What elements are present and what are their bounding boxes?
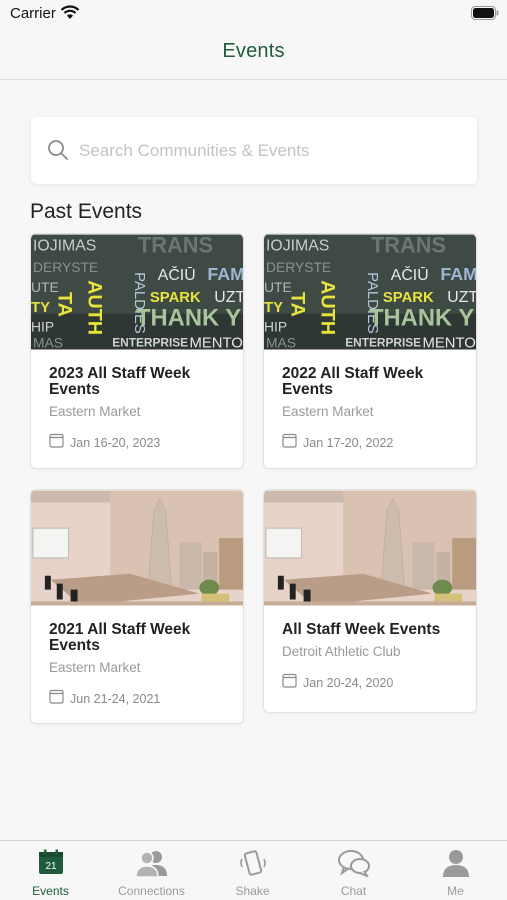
event-card[interactable]: IOJIMAS TRANS DERYSTE PALDIES AČIŪ FAM U… xyxy=(30,233,244,469)
search-icon xyxy=(47,139,69,166)
tab-label: Me xyxy=(447,884,464,898)
event-card[interactable]: 2021 All Staff Week Events Eastern Marke… xyxy=(30,489,244,724)
svg-text:AČIŪ: AČIŪ xyxy=(158,265,196,284)
event-title: 2023 All Staff Week Events xyxy=(49,365,191,398)
tab-label: Shake xyxy=(235,884,270,898)
svg-text:AUTH: AUTH xyxy=(316,280,338,335)
event-venue: Eastern Market xyxy=(282,404,374,419)
event-card[interactable]: IOJIMAS TRANS DERYSTE PALDIES AČIŪ FAM U… xyxy=(263,233,477,469)
event-title: All Staff Week Events xyxy=(282,621,441,638)
search-input[interactable] xyxy=(79,131,459,171)
calendar-icon xyxy=(282,673,297,693)
event-image: IOJIMAS TRANS DERYSTE PALDIES AČIŪ FAM U… xyxy=(31,234,243,350)
tab-shake[interactable]: Shake xyxy=(202,841,303,900)
tab-events[interactable]: 21 Events xyxy=(0,841,101,900)
people-icon xyxy=(134,849,168,882)
svg-text:UZT: UZT xyxy=(447,289,476,306)
page-title: Events xyxy=(222,40,285,62)
section-title: Past Events xyxy=(30,200,143,223)
svg-text:THANK Y: THANK Y xyxy=(136,305,241,332)
event-date: Jan 20-24, 2020 xyxy=(303,676,394,690)
wifi-icon xyxy=(60,5,80,25)
svg-text:TY: TY xyxy=(264,300,283,316)
svg-text:HIP: HIP xyxy=(264,319,287,335)
calendar-icon xyxy=(282,433,297,453)
person-icon xyxy=(442,849,469,882)
svg-text:THANK Y: THANK Y xyxy=(369,305,474,332)
svg-text:HIP: HIP xyxy=(31,319,54,335)
event-date: Jan 17-20, 2022 xyxy=(303,436,394,450)
calendar-icon xyxy=(49,433,64,453)
svg-text:FAM: FAM xyxy=(207,264,243,284)
event-venue: Eastern Market xyxy=(49,660,141,675)
svg-text:DERYSTE: DERYSTE xyxy=(33,259,98,275)
event-image xyxy=(31,490,243,606)
svg-text:TA: TA xyxy=(54,292,76,317)
svg-text:AUTH: AUTH xyxy=(83,280,105,335)
event-date: Jun 21-24, 2021 xyxy=(70,692,161,706)
svg-text:TA: TA xyxy=(287,292,309,317)
svg-text:MAS: MAS xyxy=(33,334,63,350)
tab-connections[interactable]: Connections xyxy=(101,841,202,900)
event-image xyxy=(264,490,476,606)
svg-text:SPARK: SPARK xyxy=(150,290,201,306)
svg-text:FAM: FAM xyxy=(440,264,476,284)
event-title: 2021 All Staff Week Events xyxy=(49,621,191,654)
event-venue: Detroit Athletic Club xyxy=(282,644,401,659)
svg-text:IOJIMAS: IOJIMAS xyxy=(266,237,329,254)
svg-text:UZT: UZT xyxy=(214,289,243,306)
status-bar: Carrier xyxy=(0,0,507,28)
tab-chat[interactable]: Chat xyxy=(303,841,404,900)
carrier-label: Carrier xyxy=(10,5,56,22)
chat-bubbles-icon xyxy=(337,849,370,882)
svg-text:TRANS: TRANS xyxy=(138,234,213,257)
search-bar[interactable] xyxy=(31,117,477,184)
event-card[interactable]: All Staff Week Events Detroit Athletic C… xyxy=(263,489,477,713)
svg-text:MAS: MAS xyxy=(266,334,296,350)
tab-me[interactable]: Me xyxy=(404,841,507,900)
svg-text:DERYSTE: DERYSTE xyxy=(266,259,331,275)
svg-text:MENTO: MENTO xyxy=(190,335,243,350)
svg-text:TRANS: TRANS xyxy=(371,234,446,257)
calendar-icon: 21 xyxy=(38,849,64,880)
event-date: Jan 16-20, 2023 xyxy=(70,436,161,450)
phone-shake-icon xyxy=(238,849,268,884)
event-title: 2022 All Staff Week Events xyxy=(282,365,424,398)
svg-text:IOJIMAS: IOJIMAS xyxy=(33,237,96,254)
event-image: IOJIMAS TRANS DERYSTE PALDIES AČIŪ FAM U… xyxy=(264,234,476,350)
calendar-icon xyxy=(49,689,64,709)
battery-icon xyxy=(471,6,499,25)
svg-text:ENTERPRISE: ENTERPRISE xyxy=(112,335,188,349)
svg-text:ENTERPRISE: ENTERPRISE xyxy=(345,335,421,349)
tab-label: Chat xyxy=(340,884,367,898)
svg-text:TY: TY xyxy=(31,300,50,316)
event-venue: Eastern Market xyxy=(49,404,141,419)
svg-text:AČIŪ: AČIŪ xyxy=(391,265,429,284)
tab-bar: 21 Events Connections Shake Chat Me xyxy=(0,840,507,900)
svg-text:SPARK: SPARK xyxy=(383,290,434,306)
svg-text:21: 21 xyxy=(45,861,57,872)
navigation-bar: Events xyxy=(0,28,507,80)
tab-label: Connections xyxy=(118,884,185,898)
svg-text:MENTO: MENTO xyxy=(423,335,476,350)
tab-label: Events xyxy=(32,884,69,898)
